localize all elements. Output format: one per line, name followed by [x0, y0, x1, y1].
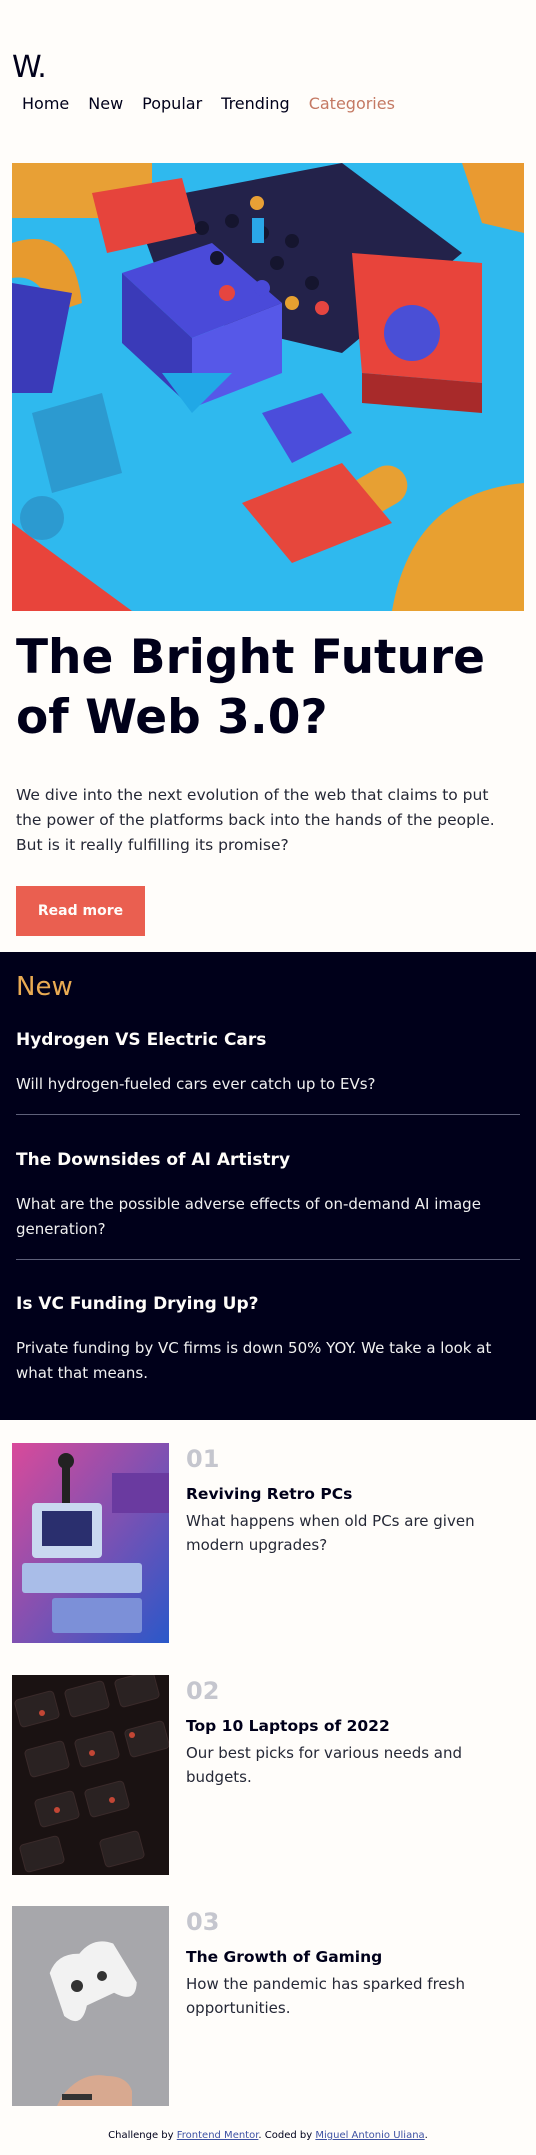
new-item-desc: Private funding by VC firms is down 50% … [16, 1339, 492, 1382]
new-item[interactable]: Is VC Funding Drying Up? Private funding… [16, 1294, 520, 1386]
hero-intro: We dive into the next evolution of the w… [16, 786, 495, 854]
footer-prefix: Challenge by [108, 2130, 177, 2141]
article-title[interactable]: The Growth of Gaming [186, 1948, 382, 1966]
author-link[interactable]: Miguel Antonio Uliana [315, 2130, 424, 2141]
divider [16, 1114, 520, 1115]
article-number: 03 [186, 1908, 220, 1936]
new-item-title[interactable]: The Downsides of AI Artistry [16, 1150, 520, 1170]
frontend-mentor-link[interactable]: Frontend Mentor [177, 2130, 259, 2141]
nav-home[interactable]: Home [22, 94, 69, 113]
article-number: 02 [186, 1677, 220, 1705]
article-card[interactable]: 02 Top 10 Laptops of 2022 Our best picks… [12, 1675, 524, 1875]
read-more-button[interactable]: Read more [16, 886, 145, 936]
main-nav: Home New Popular Trending Categories [22, 94, 414, 113]
article-desc: What happens when old PCs are given mode… [186, 1512, 475, 1554]
divider [16, 1259, 520, 1260]
hero-headline: The Bright Future of Web 3.0? [16, 630, 486, 745]
article-title[interactable]: Top 10 Laptops of 2022 [186, 1717, 390, 1735]
hero-image [12, 163, 524, 611]
nav-trending[interactable]: Trending [221, 94, 290, 113]
article-number: 01 [186, 1445, 220, 1473]
new-section: New Hydrogen VS Electric Cars Will hydro… [0, 952, 536, 1420]
nav-new[interactable]: New [88, 94, 123, 113]
nav-categories[interactable]: Categories [309, 94, 395, 113]
laptop-keyboard-image [12, 1675, 169, 1875]
new-item[interactable]: The Downsides of AI Artistry What are th… [16, 1150, 520, 1242]
article-desc: How the pandemic has sparked fresh oppor… [186, 1975, 465, 2017]
article-title[interactable]: Reviving Retro PCs [186, 1485, 352, 1503]
article-desc: Our best picks for various needs and bud… [186, 1744, 463, 1786]
new-item-title[interactable]: Hydrogen VS Electric Cars [16, 1030, 520, 1050]
new-item-desc: What are the possible adverse effects of… [16, 1195, 481, 1238]
attribution-footer: Challenge by Frontend Mentor. Coded by M… [0, 2130, 536, 2141]
article-card[interactable]: 01 Reviving Retro PCs What happens when … [12, 1443, 524, 1643]
site-header: W. Home New Popular Trending Categories [0, 0, 536, 160]
article-card[interactable]: 03 The Growth of Gaming How the pandemic… [12, 1906, 524, 2106]
nav-popular[interactable]: Popular [142, 94, 202, 113]
new-item-title[interactable]: Is VC Funding Drying Up? [16, 1294, 520, 1314]
game-controller-image [12, 1906, 169, 2106]
new-section-title: New [16, 972, 73, 1002]
retro-pc-image [12, 1443, 169, 1643]
footer-suffix: . [424, 2130, 428, 2141]
new-item-desc: Will hydrogen-fueled cars ever catch up … [16, 1075, 376, 1093]
footer-middle: . Coded by [258, 2130, 316, 2141]
site-logo[interactable]: W. [12, 50, 47, 85]
new-item[interactable]: Hydrogen VS Electric Cars Will hydrogen-… [16, 1030, 520, 1097]
hero-illustration [12, 163, 524, 611]
